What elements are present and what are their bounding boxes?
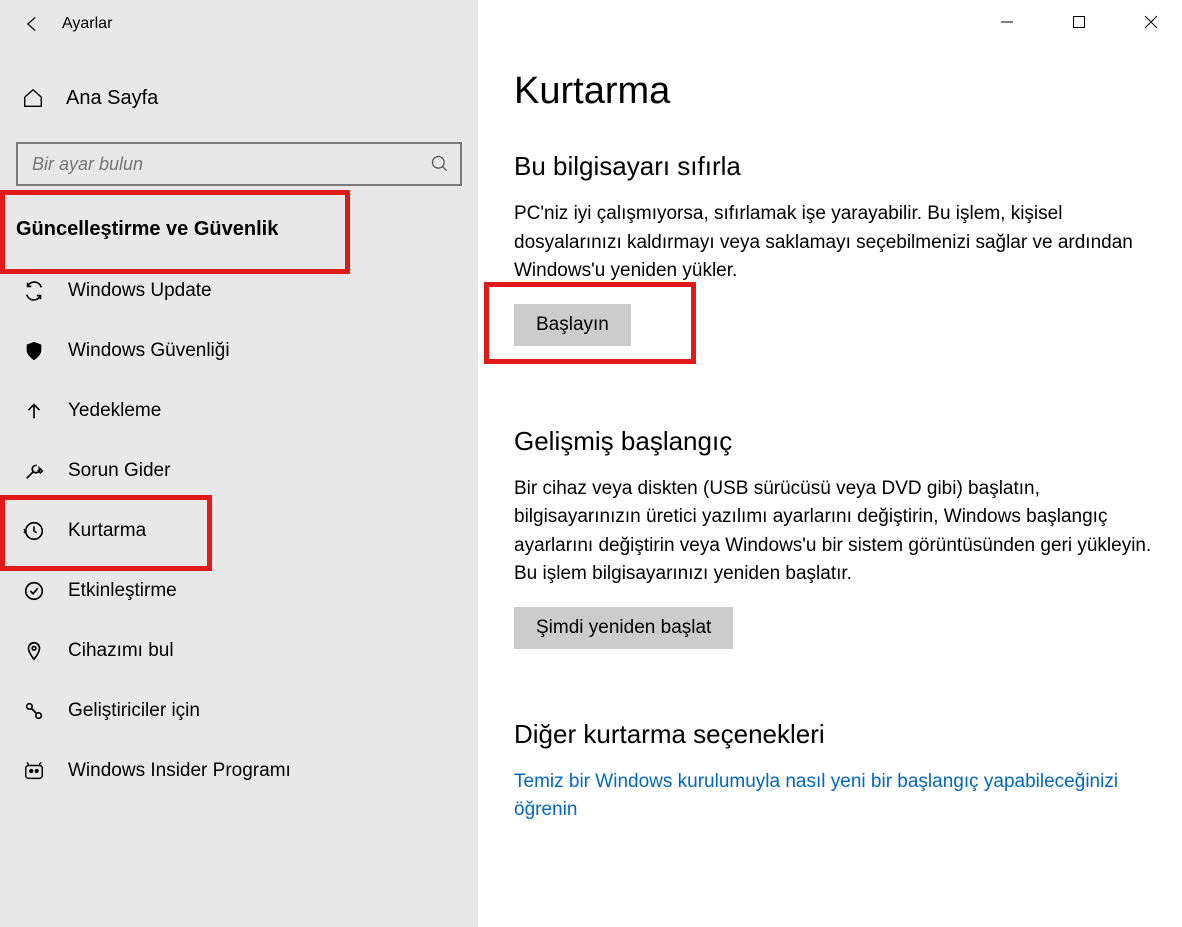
minimize-button[interactable] [984,6,1030,38]
section-description: Bir cihaz veya diskten (USB sürücüsü vey… [514,475,1154,589]
search-input[interactable] [32,154,430,175]
sidebar: Ayarlar Ana Sayfa Güncelleştirme ve Güve… [0,0,478,927]
sidebar-item-recovery[interactable]: Kurtarma [0,501,478,561]
history-icon [22,519,46,543]
uparrow-icon [22,399,46,423]
back-button[interactable] [22,14,42,34]
sidebar-item-label: Geliştiriciler için [68,700,200,722]
sidebar-item-troubleshoot[interactable]: Sorun Gider [0,441,478,501]
checkcircle-icon [22,579,46,603]
arrow-left-icon [22,14,42,34]
maximize-button[interactable] [1056,6,1102,38]
window-title: Ayarlar [62,15,112,33]
search-box[interactable] [16,142,462,186]
wrench-icon [22,459,46,483]
sidebar-item-label: Yedekleme [68,400,161,422]
search-icon [430,154,450,174]
titlebar-left: Ayarlar [0,0,478,48]
fresh-start-link[interactable]: Temiz bir Windows kurulumuyla nasıl yeni… [514,768,1154,825]
sidebar-item-home[interactable]: Ana Sayfa [0,64,478,132]
close-icon [1144,15,1158,29]
restart-now-button[interactable]: Şimdi yeniden başlat [514,607,733,649]
sidebar-item-label: Ana Sayfa [66,87,158,110]
devtools-icon [22,699,46,723]
sync-icon [22,279,46,303]
main-content: Kurtarma Bu bilgisayarı sıfırla PC'niz i… [478,0,1182,927]
section-heading: Bu bilgisayarı sıfırla [514,151,1158,182]
sidebar-item-label: Sorun Gider [68,460,170,482]
section-heading: Diğer kurtarma seçenekleri [514,719,1158,750]
sidebar-item-windows-update[interactable]: Windows Update [0,261,478,321]
section-heading: Gelişmiş başlangıç [514,426,1158,457]
sidebar-item-activation[interactable]: Etkinleştirme [0,561,478,621]
section-advanced-startup: Gelişmiş başlangıç Bir cihaz veya diskte… [514,426,1158,649]
sidebar-item-windows-security[interactable]: Windows Güvenliği [0,321,478,381]
sidebar-item-label: Windows Insider Programı [68,760,291,782]
sidebar-item-backup[interactable]: Yedekleme [0,381,478,441]
minimize-icon [1000,15,1014,29]
location-icon [22,639,46,663]
sidebar-item-label: Windows Güvenliği [68,340,230,362]
section-reset-pc: Bu bilgisayarı sıfırla PC'niz iyi çalışm… [514,151,1158,346]
sidebar-item-label: Cihazımı bul [68,640,174,662]
shield-icon [22,339,46,363]
sidebar-item-label: Windows Update [68,280,212,302]
sidebar-item-developers[interactable]: Geliştiriciler için [0,681,478,741]
window-controls [984,0,1182,44]
sidebar-item-label: Kurtarma [68,520,146,542]
maximize-icon [1072,15,1086,29]
sidebar-section-header: Güncelleştirme ve Güvenlik [0,206,478,253]
sidebar-item-label: Etkinleştirme [68,580,177,602]
page-title: Kurtarma [514,70,1158,113]
sidebar-item-insider[interactable]: Windows Insider Programı [0,741,478,801]
section-description: PC'niz iyi çalışmıyorsa, sıfırlamak işe … [514,200,1154,286]
close-button[interactable] [1128,6,1174,38]
sidebar-item-find-device[interactable]: Cihazımı bul [0,621,478,681]
insider-icon [22,759,46,783]
section-more-recovery: Diğer kurtarma seçenekleri Temiz bir Win… [514,719,1158,825]
reset-start-button[interactable]: Başlayın [514,304,631,346]
home-icon [22,87,44,109]
